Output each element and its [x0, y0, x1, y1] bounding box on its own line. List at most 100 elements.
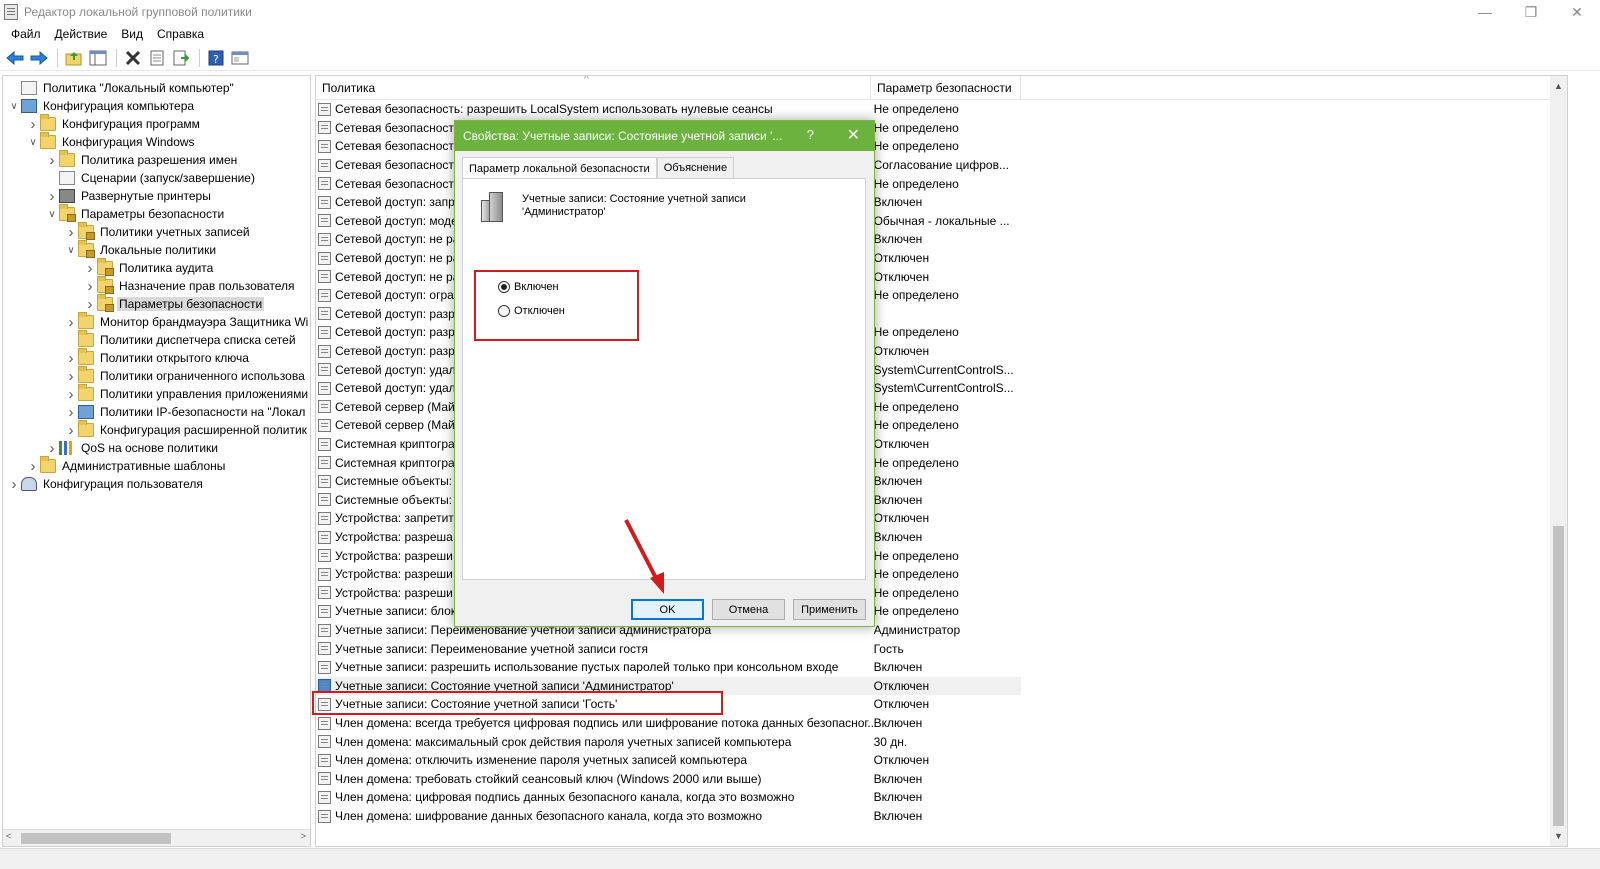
policy-row[interactable]: Учетные записи: Состояние учетной записи… [316, 676, 1021, 696]
properties-icon[interactable] [146, 48, 168, 68]
policy-row[interactable]: Сетевая безопасность: разрешить LocalSys… [316, 100, 1021, 119]
chevron-right-icon[interactable]: › [45, 151, 59, 169]
tree-item[interactable]: › Параметры безопасности [83, 294, 265, 313]
scroll-up-icon[interactable]: ▲ [1550, 78, 1567, 94]
list-scroll-thumb[interactable] [1553, 526, 1564, 826]
toolbar: ? [0, 45, 1600, 71]
tree-item-label: Политики управления приложениями [100, 387, 309, 401]
apply-button[interactable]: Применить [793, 599, 866, 620]
cancel-button[interactable]: Отмена [712, 599, 785, 620]
tree-item[interactable]: › Конфигурация пользователя [7, 475, 205, 493]
restore-button[interactable]: ❐ [1508, 0, 1554, 24]
tree-item[interactable]: Политика "Локальный компьютер" [7, 79, 236, 97]
policy-row[interactable]: Учетные записи: Состояние учетной записи… [316, 695, 1021, 714]
show-hide-tree-icon[interactable] [87, 48, 109, 68]
chevron-down-icon[interactable]: ∨ [7, 97, 21, 115]
tree-item[interactable]: › Политики ограниченного использова [64, 366, 307, 385]
chevron-down-icon[interactable]: ∨ [26, 133, 40, 151]
tree-item[interactable]: › Политика разрешения имен [45, 150, 239, 169]
lock-folder-icon [78, 240, 95, 258]
tree-item[interactable]: Политики диспетчера списка сетей [64, 330, 298, 349]
dialog-close-button[interactable]: ✕ [847, 125, 860, 145]
radio-disabled-option[interactable]: Отключен [498, 305, 565, 317]
menu-view[interactable]: Вид [116, 27, 152, 41]
tab-explain[interactable]: Объяснение [656, 157, 735, 178]
radio-enabled-option[interactable]: Включен [498, 281, 559, 293]
chevron-right-icon[interactable]: › [64, 403, 78, 421]
tree-item[interactable]: › Политика аудита [83, 258, 215, 277]
chevron-right-icon[interactable]: › [64, 385, 78, 403]
policy-setting-value: Не определено [873, 585, 959, 600]
help-icon[interactable]: ? [205, 48, 227, 68]
dialog-help-button[interactable]: ? [807, 127, 814, 142]
tab-local-security-setting[interactable]: Параметр локальной безопасности [462, 157, 657, 179]
console-view-icon[interactable] [229, 48, 251, 68]
policy-row[interactable]: Член домена: максимальный срок действия … [316, 732, 1021, 751]
menu-file[interactable]: Файл [6, 27, 50, 41]
chevron-right-icon[interactable]: › [45, 439, 59, 457]
policy-row[interactable]: Член домена: отключить изменение пароля … [316, 751, 1021, 770]
tree-item[interactable]: › Политики открытого ключа [64, 348, 251, 367]
policy-name: Член домена: максимальный срок действия … [335, 734, 792, 749]
policy-row[interactable]: Член домена: требовать стойкий сеансовый… [316, 770, 1021, 789]
tree-item[interactable]: › Политики IP-безопасности на "Локал [64, 403, 307, 421]
policy-row[interactable]: Учетные записи: Переименование учетной з… [316, 639, 1021, 658]
policy-row[interactable]: Член домена: шифрование данных безопасно… [316, 807, 1021, 826]
chevron-right-icon[interactable]: › [64, 421, 78, 439]
policy-row[interactable]: Учетные записи: разрешить использование … [316, 658, 1021, 677]
chevron-right-icon[interactable]: › [83, 277, 97, 295]
forward-arrow-icon[interactable] [28, 48, 50, 68]
scroll-right-icon[interactable]: > [301, 831, 306, 841]
scroll-left-icon[interactable]: < [6, 831, 11, 841]
chevron-right-icon[interactable]: › [64, 313, 78, 331]
tree-item[interactable]: › Монитор брандмауэра Защитника Wi [64, 312, 310, 331]
tree-item[interactable]: › Административные шаблоны [26, 456, 227, 475]
list-vertical-scrollbar[interactable]: ▲ ▼ [1550, 76, 1567, 846]
tree-item[interactable]: › Политики учетных записей [64, 222, 252, 241]
back-arrow-icon[interactable] [4, 48, 26, 68]
chevron-right-icon[interactable]: › [64, 223, 78, 241]
tree-item[interactable]: Сценарии (запуск/завершение) [45, 169, 257, 187]
tree-item[interactable]: ∨ Конфигурация Windows [26, 132, 197, 151]
dialog-title-bar[interactable]: Свойства: Учетные записи: Состояние учет… [455, 121, 874, 151]
tree-item[interactable]: › QoS на основе политики [45, 439, 220, 457]
tree-horizontal-scrollbar[interactable]: < > [3, 829, 310, 846]
column-header-policy[interactable]: Политика ^ [316, 76, 871, 100]
up-folder-icon[interactable] [63, 48, 85, 68]
lock-folder-icon [97, 294, 114, 312]
chevron-right-icon[interactable]: › [26, 115, 40, 133]
tree-item[interactable]: ∨ Параметры безопасности [45, 204, 226, 223]
tree-item[interactable]: › Развернутые принтеры [45, 187, 213, 205]
chevron-down-icon[interactable]: ∨ [64, 241, 78, 259]
chevron-down-icon[interactable]: ∨ [45, 205, 59, 223]
minimize-button[interactable]: — [1462, 0, 1508, 24]
close-button[interactable]: ✕ [1554, 0, 1600, 24]
chevron-right-icon[interactable]: › [83, 295, 97, 313]
chevron-right-icon[interactable]: › [64, 367, 78, 385]
chevron-right-icon[interactable]: › [7, 475, 21, 493]
ok-button[interactable]: OK [631, 599, 704, 620]
tree-item[interactable]: › Политики управления приложениями [64, 384, 310, 403]
export-list-icon[interactable] [170, 48, 192, 68]
radio-enabled[interactable] [498, 281, 510, 293]
radio-disabled[interactable] [498, 305, 510, 317]
dialog-title: Свойства: Учетные записи: Состояние учет… [463, 129, 783, 143]
tree-item[interactable]: › Конфигурация расширенной политик [64, 420, 309, 439]
menu-action[interactable]: Действие [50, 27, 117, 41]
policy-row[interactable]: Член домена: цифровая подпись данных без… [316, 788, 1021, 807]
chevron-right-icon[interactable]: › [83, 259, 97, 277]
column-header-setting[interactable]: Параметр безопасности [871, 76, 1021, 100]
chevron-right-icon[interactable]: › [64, 349, 78, 367]
tree-item[interactable]: › Конфигурация программ [26, 114, 202, 133]
tree-scroll-thumb[interactable] [21, 833, 171, 844]
tree-item[interactable]: ∨ Локальные политики [64, 240, 218, 259]
tree-item-label: Развернутые принтеры [81, 189, 211, 203]
tree-item[interactable]: ∨ Конфигурация компьютера [7, 97, 196, 115]
delete-icon[interactable] [122, 48, 144, 68]
chevron-right-icon[interactable]: › [45, 187, 59, 205]
menu-help[interactable]: Справка [152, 27, 213, 41]
scroll-down-icon[interactable]: ▼ [1550, 828, 1567, 844]
tree-item[interactable]: › Назначение прав пользователя [83, 276, 297, 295]
policy-row[interactable]: Член домена: всегда требуется цифровая п… [316, 714, 1021, 733]
chevron-right-icon[interactable]: › [26, 457, 40, 475]
